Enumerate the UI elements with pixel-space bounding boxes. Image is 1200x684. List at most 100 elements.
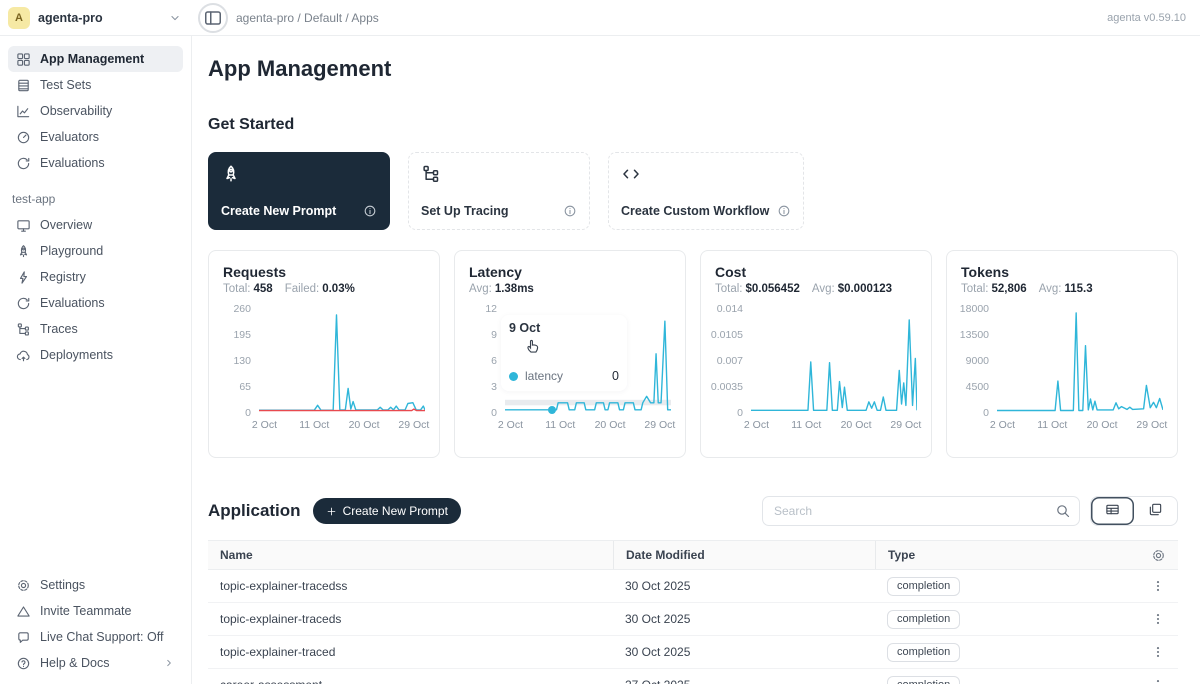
main-content: App Management Get Started Create New Pr… xyxy=(192,36,1200,684)
table-settings-gear-icon[interactable] xyxy=(1151,548,1166,563)
chat-icon xyxy=(16,630,31,645)
y-axis-labels: 129630 xyxy=(469,309,505,413)
sidebar-section-label: test-app xyxy=(12,192,179,206)
sidebar-item-registry[interactable]: Registry xyxy=(8,264,183,290)
chevdown-icon xyxy=(168,11,182,25)
sidebar-item-playground[interactable]: Playground xyxy=(8,238,183,264)
code-icon xyxy=(621,164,641,184)
sidebar-toggle-button[interactable] xyxy=(203,8,223,28)
sidebar-item-deployments[interactable]: Deployments xyxy=(8,342,183,368)
rocket-icon xyxy=(221,164,241,184)
card-label: Set Up Tracing xyxy=(421,204,509,218)
x-axis-labels: 2 Oct11 Oct20 Oct29 Oct xyxy=(259,419,425,435)
table-row[interactable]: topic-explainer-traced 30 Oct 2025 compl… xyxy=(208,636,1178,669)
chart-card-tokens: TokensTotal:52,806Avg:115.31800013500900… xyxy=(946,250,1178,458)
chart-plot[interactable] xyxy=(751,309,917,413)
grid-icon xyxy=(16,52,31,67)
chart-card-latency: LatencyAvg:1.38ms1296302 Oct11 Oct20 Oct… xyxy=(454,250,686,458)
search-icon xyxy=(1055,503,1071,519)
app-version: agenta v0.59.10 xyxy=(1107,12,1200,24)
sidebar-item-evaluations[interactable]: Evaluations xyxy=(8,290,183,316)
workspace-name: agenta-pro xyxy=(38,11,103,25)
chart-stats: Total:458Failed:0.03% xyxy=(223,283,425,295)
sidebar-bottom-group: Settings Invite Teammate Live Chat Suppo… xyxy=(8,572,183,676)
info-icon[interactable] xyxy=(563,204,577,218)
create-new-prompt-label: Create New Prompt xyxy=(343,504,448,518)
chart-stats: Total:52,806Avg:115.3 xyxy=(961,283,1163,295)
create-new-prompt-button[interactable]: Create New Prompt xyxy=(313,498,461,524)
breadcrumb: agenta-pro / Default / Apps xyxy=(236,11,379,25)
table-body: topic-explainer-tracedss 30 Oct 2025 com… xyxy=(208,570,1178,684)
sidebar-item-traces[interactable]: Traces xyxy=(8,316,183,342)
cloud-icon xyxy=(16,348,31,363)
card-view-button[interactable] xyxy=(1134,497,1177,525)
row-menu-dots-icon[interactable] xyxy=(1151,678,1165,684)
y-axis-labels: 1800013500900045000 xyxy=(961,309,997,413)
sidebar-item-invite-teammate[interactable]: Invite Teammate xyxy=(8,598,183,624)
gear-icon xyxy=(16,578,31,593)
sidebar-item-observability[interactable]: Observability xyxy=(8,98,183,124)
type-badge: completion xyxy=(887,676,960,684)
get-started-card-set-up-tracing[interactable]: Set Up Tracing xyxy=(408,152,590,230)
cell-date-modified: 27 Oct 2025 xyxy=(613,678,875,684)
chart-stats: Avg:1.38ms xyxy=(469,283,671,295)
search-box xyxy=(762,496,1080,526)
info-icon[interactable] xyxy=(363,204,377,218)
sidebar: App Management Test Sets Observability E… xyxy=(0,36,192,684)
chart-tooltip: 9 Oct latency 0 xyxy=(501,315,627,391)
get-started-card-create-new-prompt[interactable]: Create New Prompt xyxy=(208,152,390,230)
tooltip-value: 0 xyxy=(612,369,619,383)
sidebar-item-app-management[interactable]: App Management xyxy=(8,46,183,72)
table-row[interactable]: career-assessment 27 Oct 2025 completion xyxy=(208,669,1178,684)
sidebar-item-evaluators[interactable]: Evaluators xyxy=(8,124,183,150)
view-toggle xyxy=(1090,496,1178,526)
monitor-icon xyxy=(16,218,31,233)
chart-plot[interactable] xyxy=(259,309,425,413)
refresh-icon xyxy=(16,296,31,311)
card-label: Create New Prompt xyxy=(221,204,336,218)
cell-name: career-assessment xyxy=(208,678,613,684)
sidebar-item-live-chat-support-off[interactable]: Live Chat Support: Off xyxy=(8,624,183,650)
chart-plot[interactable] xyxy=(997,309,1163,413)
table-row[interactable]: topic-explainer-tracedss 30 Oct 2025 com… xyxy=(208,570,1178,603)
workspace-switcher[interactable]: A agenta-pro xyxy=(0,7,192,29)
series-dot xyxy=(509,372,518,381)
row-menu-dots-icon[interactable] xyxy=(1151,579,1165,593)
chart-stats: Total:$0.056452Avg:$0.000123 xyxy=(715,283,917,295)
table-row[interactable]: topic-explainer-traceds 30 Oct 2025 comp… xyxy=(208,603,1178,636)
application-heading: Application xyxy=(208,501,301,521)
type-badge: completion xyxy=(887,610,960,629)
rocket-icon xyxy=(16,244,31,259)
card-label: Create Custom Workflow xyxy=(621,204,769,218)
sidebar-item-help-docs[interactable]: Help & Docs xyxy=(8,650,183,676)
column-header-date-modified[interactable]: Date Modified xyxy=(613,541,875,569)
get-started-card-create-custom-workflow[interactable]: Create Custom Workflow xyxy=(608,152,804,230)
column-header-type[interactable]: Type xyxy=(875,541,1138,569)
table-view-button[interactable] xyxy=(1091,497,1134,525)
chart-card-requests: RequestsTotal:458Failed:0.03%26019513065… xyxy=(208,250,440,458)
sidebar-item-overview[interactable]: Overview xyxy=(8,212,183,238)
get-started-heading: Get Started xyxy=(208,116,1178,134)
column-header-name[interactable]: Name xyxy=(208,541,613,569)
sidebar-item-evaluations[interactable]: Evaluations xyxy=(8,150,183,176)
list-icon xyxy=(16,78,31,93)
x-axis-labels: 2 Oct11 Oct20 Oct29 Oct xyxy=(751,419,917,435)
tooltip-date: 9 Oct xyxy=(509,321,619,335)
tooltip-series-name: latency xyxy=(525,369,563,383)
sidebar-item-test-sets[interactable]: Test Sets xyxy=(8,72,183,98)
type-badge: completion xyxy=(887,643,960,662)
type-badge: completion xyxy=(887,577,960,596)
tree-icon xyxy=(16,322,31,337)
sidebar-item-settings[interactable]: Settings xyxy=(8,572,183,598)
chart-title: Latency xyxy=(469,264,671,280)
row-menu-dots-icon[interactable] xyxy=(1151,612,1165,626)
table-view-icon xyxy=(1105,502,1120,520)
chart-title: Cost xyxy=(715,264,917,280)
y-axis-labels: 0.0140.01050.0070.00350 xyxy=(715,309,751,413)
cell-date-modified: 30 Oct 2025 xyxy=(613,645,875,659)
search-input[interactable] xyxy=(762,496,1080,526)
lightning-icon xyxy=(16,270,31,285)
cell-date-modified: 30 Oct 2025 xyxy=(613,612,875,626)
row-menu-dots-icon[interactable] xyxy=(1151,645,1165,659)
info-icon[interactable] xyxy=(777,204,791,218)
